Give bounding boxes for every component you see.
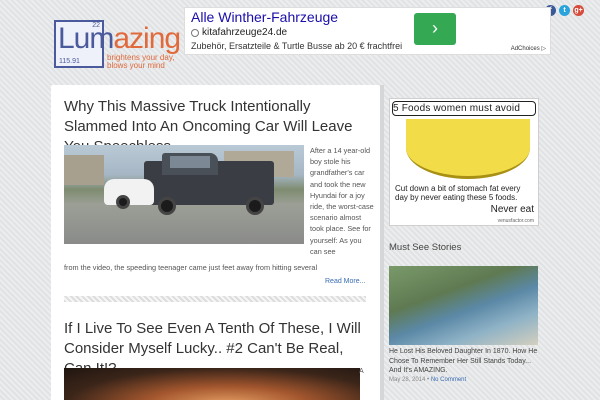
post-excerpt: A [359,368,364,375]
logo-tagline: brightens your day, blows your mind [107,53,175,70]
sidebar-ad-caption: Cut down a bit of stomach fat every day … [395,184,521,202]
ad-title[interactable]: Alle Winther-Fahrzeuge [191,9,338,25]
column-divider [380,85,384,400]
comments-link[interactable]: No Comment [431,377,466,383]
truck-window-shape [170,156,210,168]
wheel-shape [116,195,130,209]
post-thumbnail[interactable] [64,368,360,400]
post-thumbnail[interactable] [64,145,304,244]
logo-wordmark: Lumazing [58,22,181,56]
read-more-link[interactable]: Read More... [325,278,365,285]
story-meta: May 28, 2014 • No Comment [389,377,466,383]
ad-url-text[interactable]: kitafahrzeuge24.de [202,27,287,38]
logo-number-bottom: 115.91 [59,58,80,65]
twitter-icon[interactable]: t [559,5,570,16]
post-divider [64,296,366,302]
story-date: May 28, 2014 [389,377,426,383]
ad-open-button[interactable]: › [414,13,456,45]
story-thumbnail[interactable] [389,266,538,345]
site-logo[interactable]: 22 115.91 Lumazing brightens your day, b… [54,20,181,72]
banner-ad[interactable]: Alle Winther-Fahrzeuge kitafahrzeuge24.d… [184,7,551,55]
post-excerpt-continued: from the video, the speeding teenager ca… [64,263,318,272]
google-plus-icon[interactable]: g+ [573,5,584,16]
wheel-shape [246,197,264,215]
sidebar-heading: Must See Stories [389,242,462,253]
ad-url[interactable]: kitafahrzeuge24.de [191,27,287,38]
wheel-shape [158,197,176,215]
sidebar-ad-source: venusfactor.com [497,218,534,224]
logo-word-part1: Lum [58,22,114,55]
story-title[interactable]: He Lost His Beloved Daughter In 1870. Ho… [389,347,538,376]
meta-separator: • [427,377,430,383]
ad-description: Zubehör, Ersatzteile & Turtle Busse ab 2… [191,41,403,51]
sidebar-ad-headline: 5 Foods women must avoid [393,103,521,114]
logo-word-part2: azing [113,22,181,55]
sidebar-ad-cta[interactable]: Never eat [491,204,534,215]
background-house [64,155,104,185]
post-excerpt: After a 14 year-old boy stole his grandf… [310,146,374,256]
banana-image [406,119,530,179]
globe-icon [191,28,199,37]
sidebar-ad[interactable]: 5 Foods women must avoid Cut down a bit … [389,98,539,226]
main-content: Why This Massive Truck Intentionally Sla… [51,85,380,400]
ad-choices-link[interactable]: AdChoices ▷ [511,45,546,52]
